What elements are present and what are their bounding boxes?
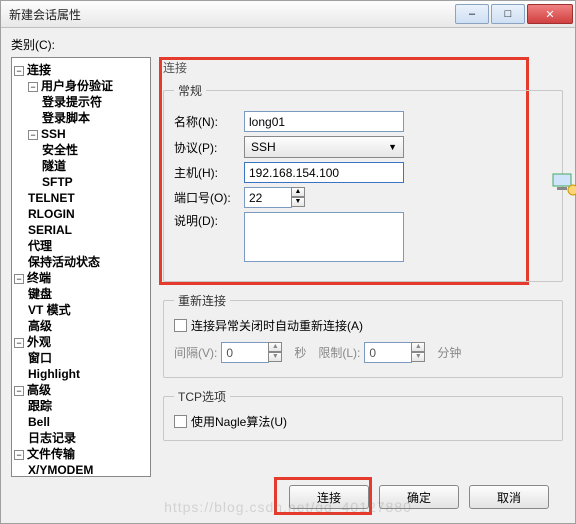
tree-vt[interactable]: VT 模式 (28, 302, 148, 318)
tree-sftp[interactable]: SFTP (42, 174, 148, 190)
tcp-group: TCP选项 使用Nagle算法(U) (163, 388, 563, 441)
window-controls: – □ ✕ (455, 4, 573, 24)
tree-login-prompt[interactable]: 登录提示符 (42, 94, 148, 110)
port-label: 端口号(O): (174, 189, 244, 206)
tcp-legend: TCP选项 (174, 388, 230, 405)
category-tree[interactable]: −连接 −用户身份验证 登录提示符 登录脚本 −SSH 安 (11, 57, 151, 477)
spin-down-icon: ▼ (411, 352, 425, 362)
tree-terminal[interactable]: −终端 键盘 VT 模式 高级 (14, 270, 148, 334)
name-label: 名称(N): (174, 113, 244, 130)
tree-appearance[interactable]: −外观 窗口 Highlight (14, 334, 148, 382)
checkbox-icon (174, 319, 187, 332)
tree-proxy[interactable]: 代理 (28, 238, 148, 254)
interval-label: 间隔(V): (174, 344, 217, 361)
panel-title: 连接 (163, 59, 565, 76)
spin-down-icon: ▼ (268, 352, 282, 362)
collapse-icon[interactable]: − (14, 386, 24, 396)
tree-tunnel[interactable]: 隧道 (42, 158, 148, 174)
tree-bell[interactable]: Bell (28, 414, 148, 430)
protocol-value: SSH (251, 140, 276, 154)
collapse-icon[interactable]: − (28, 82, 38, 92)
tree-file-transfer[interactable]: −文件传输 X/YMODEM ZMODEM (14, 446, 148, 477)
seconds-label: 秒 (294, 344, 306, 361)
chevron-down-icon: ▼ (388, 142, 397, 152)
reconnect-legend: 重新连接 (174, 292, 230, 309)
tree-serial[interactable]: SERIAL (28, 222, 148, 238)
auto-reconnect-checkbox[interactable]: 连接异常关闭时自动重新连接(A) (174, 317, 552, 334)
protocol-select[interactable]: SSH ▼ (244, 136, 404, 158)
general-legend: 常规 (174, 82, 206, 99)
dialog-buttons: 连接 确定 取消 (11, 477, 565, 517)
tree-connection[interactable]: −连接 −用户身份验证 登录提示符 登录脚本 −SSH 安 (14, 62, 148, 270)
tree-telnet[interactable]: TELNET (28, 190, 148, 206)
titlebar: 新建会话属性 – □ ✕ (1, 1, 575, 28)
limit-spinner: ▲▼ (364, 342, 425, 363)
nagle-checkbox[interactable]: 使用Nagle算法(U) (174, 413, 552, 430)
tree-window[interactable]: 窗口 (28, 350, 148, 366)
computer-icon (550, 169, 576, 199)
tree-highlight[interactable]: Highlight (28, 366, 148, 382)
category-label: 类别(C): (11, 36, 565, 53)
tree-security[interactable]: 安全性 (42, 142, 148, 158)
ok-button[interactable]: 确定 (379, 485, 459, 509)
limit-label: 限制(L): (318, 344, 360, 361)
settings-panel: 连接 常规 名称(N): 协议(P): SSH (161, 57, 565, 477)
tree-auth[interactable]: −用户身份验证 登录提示符 登录脚本 (28, 78, 148, 126)
port-spinner[interactable]: ▲ ▼ (244, 187, 305, 208)
connect-button[interactable]: 连接 (289, 485, 369, 509)
collapse-icon[interactable]: − (14, 338, 24, 348)
reconnect-group: 重新连接 连接异常关闭时自动重新连接(A) 间隔(V): ▲▼ 秒 限制(L): (163, 292, 563, 378)
limit-input (364, 342, 412, 363)
desc-label: 说明(D): (174, 212, 244, 229)
interval-spinner: ▲▼ (221, 342, 282, 363)
checkbox-icon (174, 415, 187, 428)
cancel-button[interactable]: 取消 (469, 485, 549, 509)
port-input[interactable] (244, 187, 292, 208)
nagle-label: 使用Nagle算法(U) (191, 413, 287, 430)
collapse-icon[interactable]: − (14, 450, 24, 460)
host-label: 主机(H): (174, 164, 244, 181)
collapse-icon[interactable]: − (14, 66, 24, 76)
close-button[interactable]: ✕ (527, 4, 573, 24)
tree-xymodem[interactable]: X/YMODEM (28, 462, 148, 477)
name-input[interactable] (244, 111, 404, 132)
host-input[interactable] (244, 162, 404, 183)
tree-advanced[interactable]: 高级 (28, 318, 148, 334)
minutes-label: 分钟 (437, 344, 461, 361)
collapse-icon[interactable]: − (14, 274, 24, 284)
protocol-label: 协议(P): (174, 139, 244, 156)
spin-up-icon: ▲ (411, 342, 425, 352)
main-area: −连接 −用户身份验证 登录提示符 登录脚本 −SSH 安 (11, 57, 565, 477)
dialog-body: 类别(C): − 连接 −用户身份验证 登录提示符 登录脚本 (1, 28, 575, 523)
tree-keepalive[interactable]: 保持活动状态 (28, 254, 148, 270)
tree-login-script[interactable]: 登录脚本 (42, 110, 148, 126)
minimize-button[interactable]: – (455, 4, 489, 24)
tree-trace[interactable]: 跟踪 (28, 398, 148, 414)
spin-up-icon: ▲ (268, 342, 282, 352)
spin-up-icon[interactable]: ▲ (291, 187, 305, 197)
tree-rlogin[interactable]: RLOGIN (28, 206, 148, 222)
collapse-icon[interactable]: − (28, 130, 38, 140)
tree-log[interactable]: 日志记录 (28, 430, 148, 446)
interval-input (221, 342, 269, 363)
description-input[interactable] (244, 212, 404, 262)
window-title: 新建会话属性 (9, 6, 81, 23)
tree-advanced2[interactable]: −高级 跟踪 Bell 日志记录 (14, 382, 148, 446)
general-group: 常规 名称(N): 协议(P): SSH ▼ (163, 82, 563, 282)
maximize-button[interactable]: □ (491, 4, 525, 24)
tree-ssh[interactable]: −SSH 安全性 隧道 SFTP (28, 126, 148, 190)
auto-reconnect-label: 连接异常关闭时自动重新连接(A) (191, 317, 363, 334)
tree-keyboard[interactable]: 键盘 (28, 286, 148, 302)
dialog-window: 新建会话属性 – □ ✕ 类别(C): −连接 −用户身份验证 登录提示符 (0, 0, 576, 524)
spin-down-icon[interactable]: ▼ (291, 197, 305, 207)
